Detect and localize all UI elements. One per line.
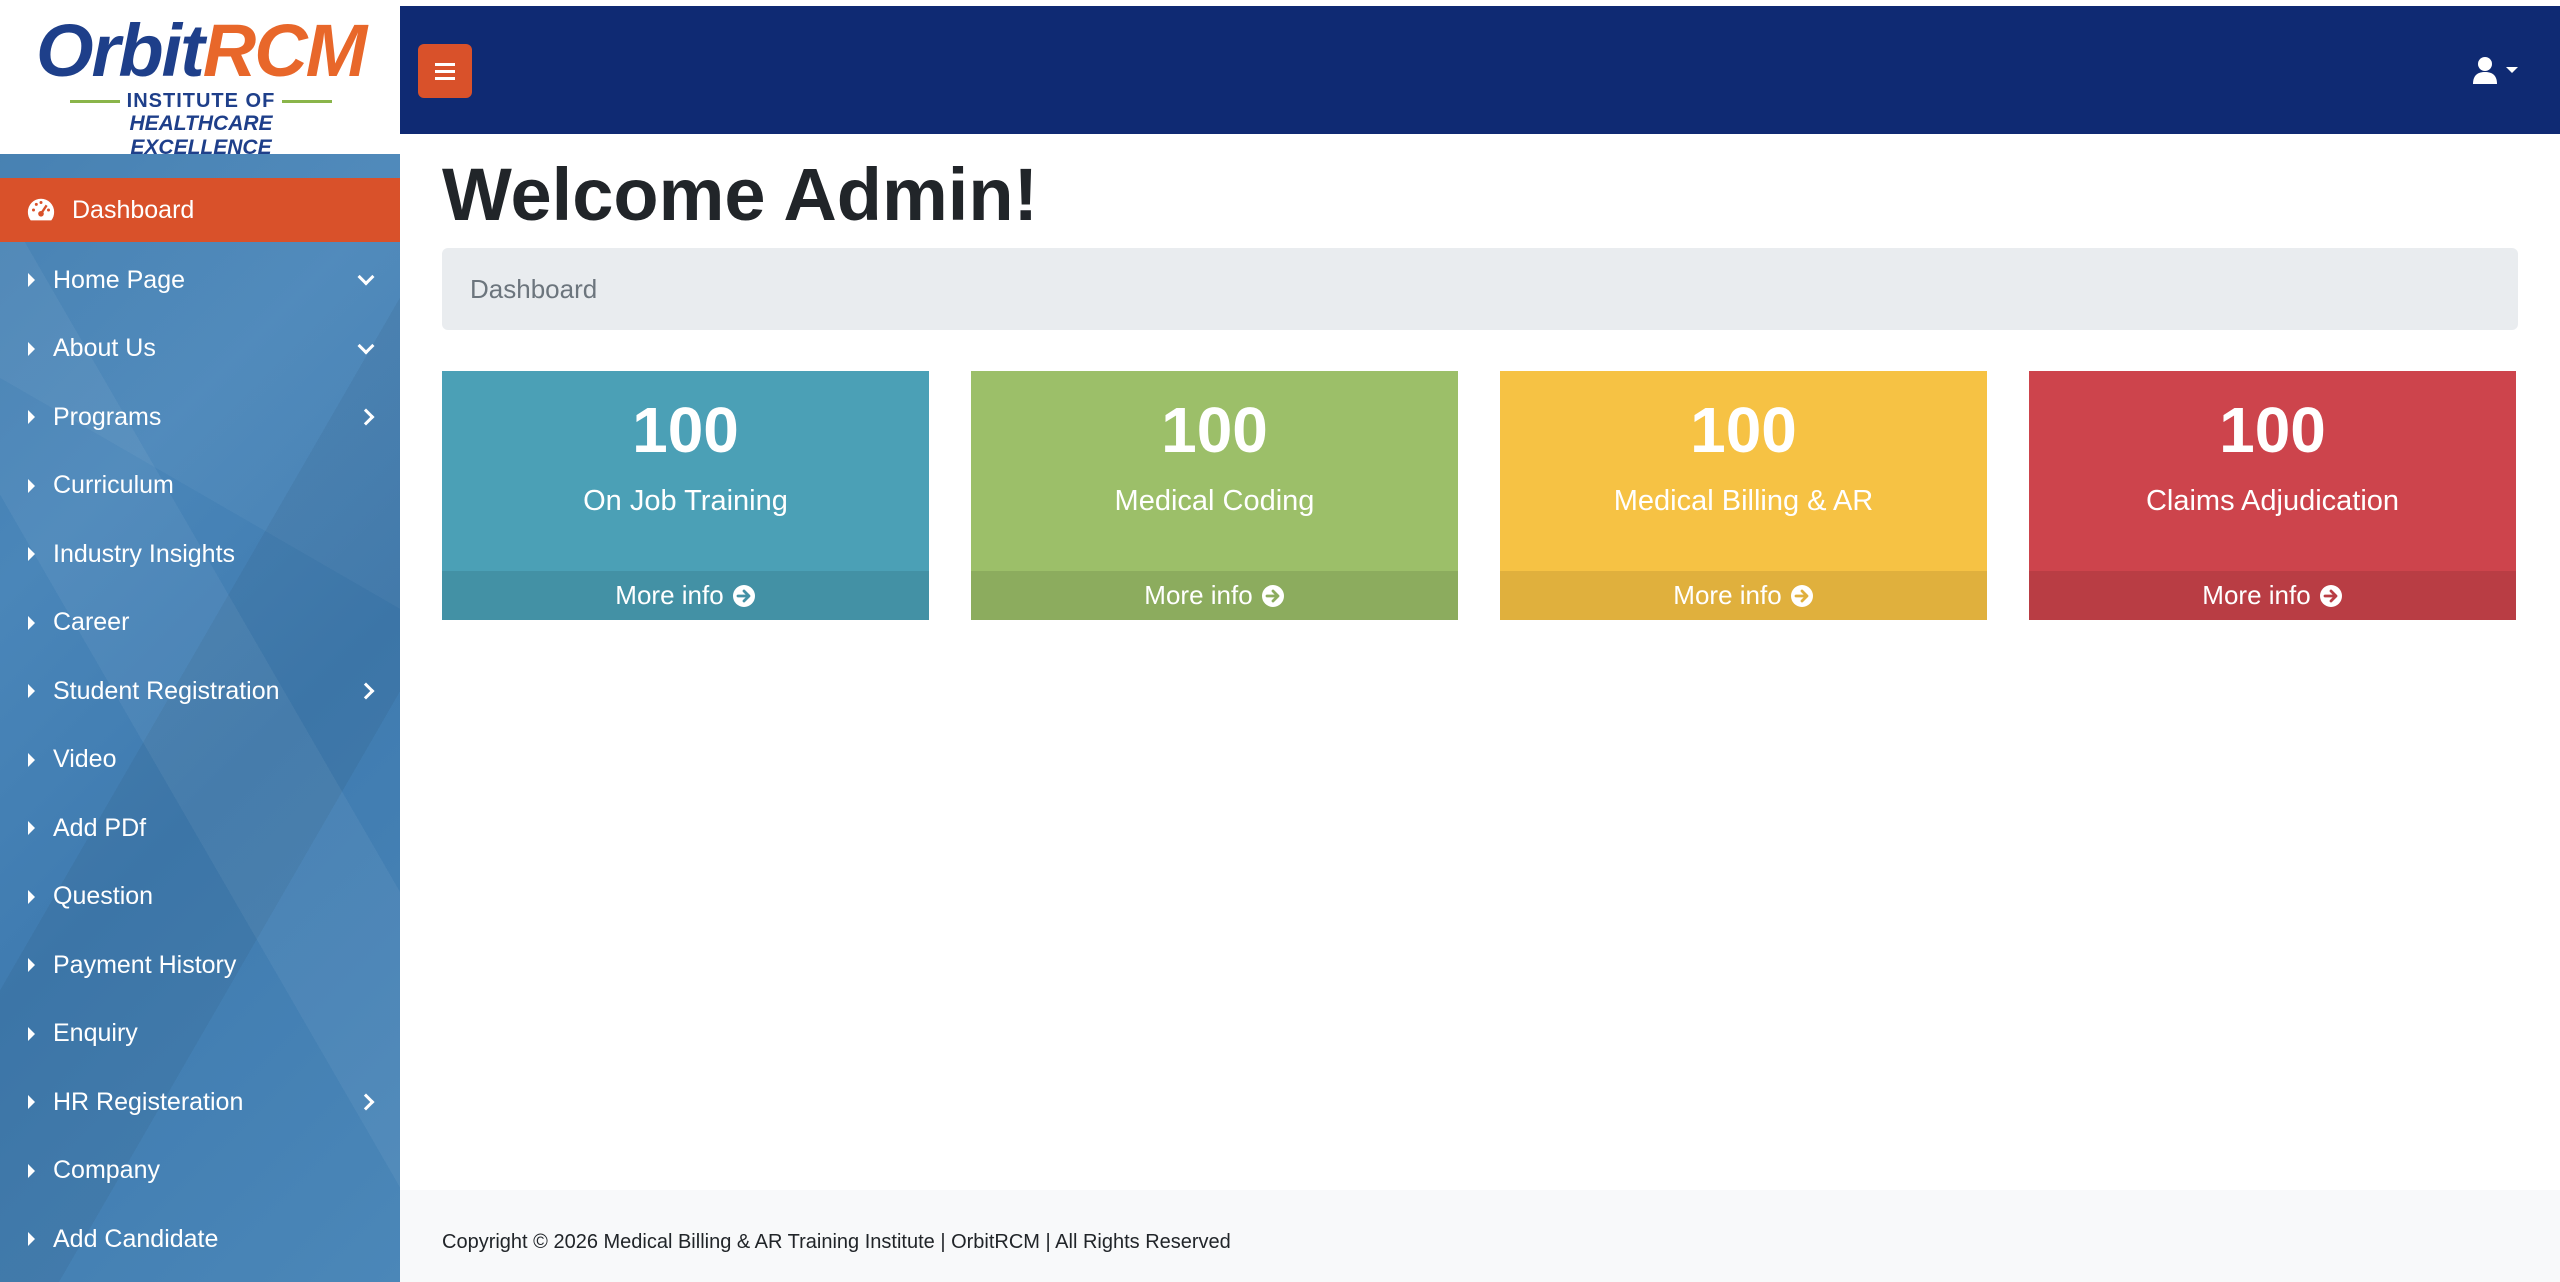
hamburger-line [435,69,455,73]
more-info-link[interactable]: More info [442,571,929,620]
sidebar-item-career[interactable]: Career [0,589,400,657]
caret-right-icon [28,478,35,493]
caret-right-icon [28,752,35,767]
more-info-label: More info [615,580,724,610]
copyright-text: Copyright © 2026 Medical Billing & AR Tr… [442,1230,1231,1253]
logo-brand: OrbitRCM [36,14,367,88]
caret-right-icon [28,1232,35,1246]
caret-right-icon [28,1163,35,1178]
caret-right-icon [28,410,35,424]
sidebar-item-home-page[interactable]: Home Page [0,246,400,314]
sidebar-item-company[interactable]: Company [0,1137,400,1205]
stat-value: 100 [2219,394,2326,466]
tachometer-icon [27,198,55,221]
sidebar-item-hr-registeration[interactable]: HR Registeration [0,1068,400,1136]
arrow-circle-right-icon [2319,584,2342,607]
caret-right-icon [28,889,35,904]
user-icon [2473,57,2497,84]
sidebar-item-enquiry[interactable]: Enquiry [0,1000,400,1068]
sidebar-item-add-candidate[interactable]: Add Candidate [0,1205,400,1273]
stat-label: On Job Training [583,485,788,517]
arrow-circle-right-icon [732,584,755,607]
sidebar-item-question[interactable]: Question [0,863,400,931]
sidebar-item-label: HR Registeration [53,1087,244,1116]
sidebar-item-label: Curriculum [53,471,174,499]
stats-cards: 100 On Job Training More info 100 Medica… [442,371,2518,620]
breadcrumb-item: Dashboard [470,273,598,304]
hamburger-menu-button[interactable] [418,44,472,98]
sidebar-item-label: Student Registration [53,676,280,705]
chevron-right-icon [357,682,375,700]
sidebar-nav: Dashboard Home Page About Us Programs Cu… [0,178,400,1274]
chevron-down-icon [357,268,375,286]
stat-label: Medical Billing & AR [1613,485,1874,517]
more-info-link[interactable]: More info [1500,571,1987,620]
sidebar-item-label: About Us [53,334,156,362]
more-info-link[interactable]: More info [2029,571,2516,620]
chevron-right-icon [357,1093,375,1111]
stat-value: 100 [1161,394,1268,466]
sidebar-item-add-pdf[interactable]: Add PDf [0,794,400,862]
sidebar-item-curriculum[interactable]: Curriculum [0,452,400,520]
logo-brand-part2: RCM [202,9,368,92]
caret-right-icon [28,273,35,287]
more-info-label: More info [1673,580,1782,610]
caret-right-icon [28,958,35,972]
more-info-label: More info [1144,580,1253,610]
stat-card-on-job-training: 100 On Job Training More info [442,371,929,620]
stat-value: 100 [632,394,739,466]
caret-right-icon [28,684,35,698]
logo-brand-part1: Orbit [36,9,205,92]
sidebar-item-dashboard[interactable]: Dashboard [0,178,400,242]
sidebar-item-label: Question [53,882,154,910]
chevron-right-icon [357,408,375,426]
sidebar-item-label: Add PDf [53,813,147,842]
page-title: Welcome Admin! [442,153,1039,236]
stat-label: Medical Coding [1114,485,1315,517]
more-info-label: More info [2202,580,2311,610]
dropdown-caret-icon [2506,67,2518,73]
breadcrumb: Dashboard [442,248,2518,330]
sidebar-item-label: Company [53,1156,160,1184]
user-menu-button[interactable] [2472,56,2518,84]
hamburger-line [435,76,455,80]
sidebar-item-label: Industry Insights [53,539,236,568]
sidebar-item-label: Add Candidate [53,1224,219,1253]
caret-right-icon [28,821,35,835]
logo[interactable]: OrbitRCM INSTITUTE OF HEALTHCARE EXCELLE… [0,6,400,159]
sidebar-item-payment-history[interactable]: Payment History [0,931,400,999]
more-info-link[interactable]: More info [971,571,1458,620]
caret-right-icon [28,1026,35,1041]
arrow-circle-right-icon [1261,584,1284,607]
sidebar-item-label: Programs [53,402,162,431]
caret-right-icon [28,547,35,561]
top-header [400,6,2560,134]
stat-card-claims-adjudication: 100 Claims Adjudication More info [2029,371,2516,620]
arrow-circle-right-icon [1790,584,1813,607]
stat-card-medical-coding: 100 Medical Coding More info [971,371,1458,620]
hamburger-line [435,62,455,66]
caret-right-icon [28,615,35,630]
sidebar-item-video[interactable]: Video [0,726,400,794]
footer: Copyright © 2026 Medical Billing & AR Tr… [400,1190,2560,1282]
sidebar-item-student-registration[interactable]: Student Registration [0,657,400,725]
sidebar-item-about-us[interactable]: About Us [0,315,400,383]
stat-value: 100 [1690,394,1797,466]
sidebar: OrbitRCM INSTITUTE OF HEALTHCARE EXCELLE… [0,6,400,1282]
sidebar-item-label: Dashboard [72,195,195,224]
stat-card-medical-billing-ar: 100 Medical Billing & AR More info [1500,371,1987,620]
logo-tagline-1: INSTITUTE OF [56,90,346,113]
sidebar-item-programs[interactable]: Programs [0,383,400,451]
caret-right-icon [28,341,35,356]
sidebar-item-label: Payment History [53,950,237,979]
sidebar-item-label: Home Page [53,265,186,294]
sidebar-item-label: Career [53,608,130,636]
chevron-down-icon [357,337,375,354]
caret-right-icon [28,1095,35,1109]
sidebar-item-label: Enquiry [53,1019,138,1047]
stat-label: Claims Adjudication [2145,485,2400,517]
logo-tagline-2: HEALTHCARE EXCELLENCE [129,112,273,159]
sidebar-item-label: Video [53,745,117,773]
sidebar-item-industry-insights[interactable]: Industry Insights [0,520,400,588]
